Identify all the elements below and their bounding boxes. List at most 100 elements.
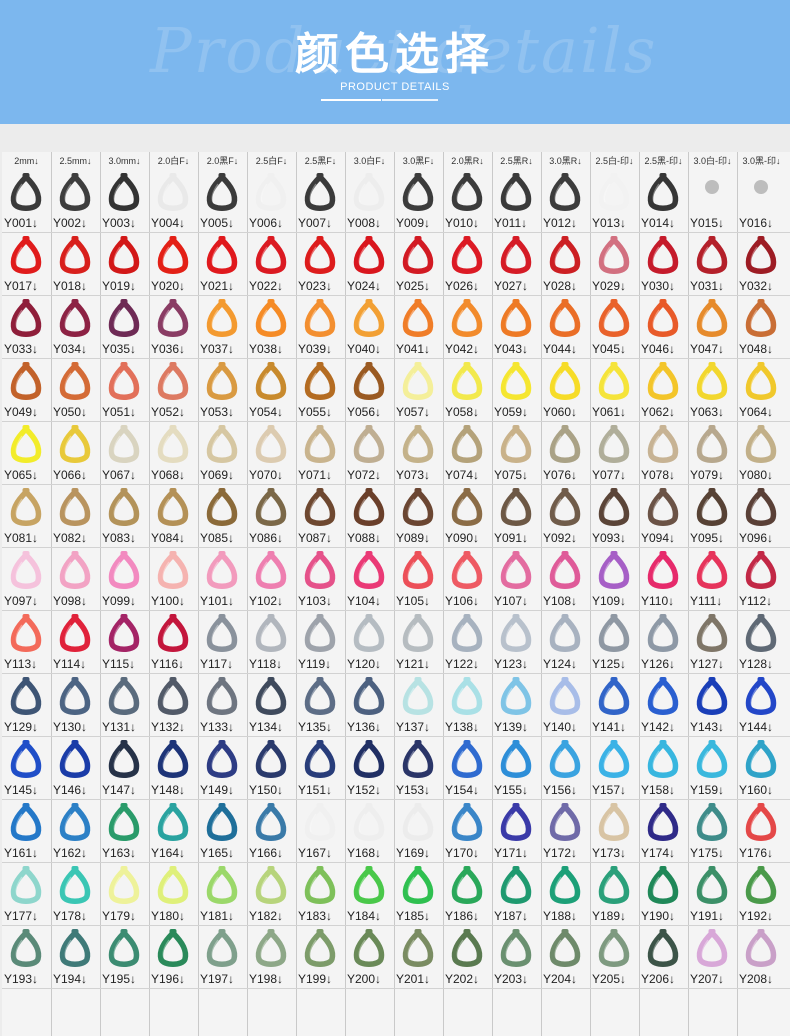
color-swatch[interactable]: Y208↓ bbox=[737, 926, 786, 989]
color-swatch[interactable]: Y126↓ bbox=[639, 611, 688, 674]
color-swatch[interactable]: Y139↓ bbox=[492, 674, 541, 737]
color-swatch[interactable]: Y136↓ bbox=[345, 674, 394, 737]
color-swatch[interactable]: Y044↓ bbox=[541, 296, 590, 359]
color-swatch[interactable]: Y016↓ bbox=[737, 170, 786, 233]
color-swatch[interactable]: Y168↓ bbox=[345, 800, 394, 863]
color-swatch[interactable]: Y032↓ bbox=[737, 233, 786, 296]
color-swatch[interactable]: Y160↓ bbox=[737, 737, 786, 800]
color-swatch[interactable]: Y110↓ bbox=[639, 548, 688, 611]
color-swatch[interactable]: Y156↓ bbox=[541, 737, 590, 800]
color-swatch[interactable]: Y176↓ bbox=[737, 800, 786, 863]
color-swatch[interactable]: Y059↓ bbox=[492, 359, 541, 422]
color-swatch[interactable]: Y043↓ bbox=[492, 296, 541, 359]
color-swatch[interactable]: Y153↓ bbox=[394, 737, 443, 800]
color-swatch[interactable]: Y015↓ bbox=[688, 170, 737, 233]
color-swatch[interactable]: Y088↓ bbox=[345, 485, 394, 548]
color-swatch[interactable]: Y029↓ bbox=[590, 233, 639, 296]
color-swatch[interactable]: Y191↓ bbox=[688, 863, 737, 926]
color-swatch[interactable]: Y119↓ bbox=[296, 611, 345, 674]
color-swatch[interactable]: Y173↓ bbox=[590, 800, 639, 863]
color-swatch[interactable]: Y063↓ bbox=[688, 359, 737, 422]
color-swatch[interactable]: Y072↓ bbox=[345, 422, 394, 485]
color-swatch[interactable]: Y089↓ bbox=[394, 485, 443, 548]
color-swatch[interactable]: Y057↓ bbox=[394, 359, 443, 422]
color-swatch[interactable]: Y082↓ bbox=[51, 485, 100, 548]
color-swatch[interactable]: Y060↓ bbox=[541, 359, 590, 422]
color-swatch[interactable]: Y036↓ bbox=[149, 296, 198, 359]
color-swatch[interactable]: Y039↓ bbox=[296, 296, 345, 359]
color-swatch[interactable]: Y084↓ bbox=[149, 485, 198, 548]
color-swatch[interactable]: Y135↓ bbox=[296, 674, 345, 737]
color-swatch[interactable]: Y074↓ bbox=[443, 422, 492, 485]
color-swatch[interactable]: Y111↓ bbox=[688, 548, 737, 611]
color-swatch[interactable]: Y064↓ bbox=[737, 359, 786, 422]
color-swatch[interactable]: Y094↓ bbox=[639, 485, 688, 548]
color-swatch[interactable]: Y142↓ bbox=[639, 674, 688, 737]
color-swatch[interactable]: Y069↓ bbox=[198, 422, 247, 485]
color-swatch[interactable]: Y052↓ bbox=[149, 359, 198, 422]
color-swatch[interactable]: Y179↓ bbox=[100, 863, 149, 926]
color-swatch[interactable]: Y085↓ bbox=[198, 485, 247, 548]
color-swatch[interactable]: Y078↓ bbox=[639, 422, 688, 485]
color-swatch[interactable]: Y196↓ bbox=[149, 926, 198, 989]
color-swatch[interactable]: Y047↓ bbox=[688, 296, 737, 359]
color-swatch[interactable]: Y027↓ bbox=[492, 233, 541, 296]
color-swatch[interactable]: Y068↓ bbox=[149, 422, 198, 485]
color-swatch[interactable]: Y178↓ bbox=[51, 863, 100, 926]
color-swatch[interactable]: Y169↓ bbox=[394, 800, 443, 863]
color-swatch[interactable]: Y034↓ bbox=[51, 296, 100, 359]
color-swatch[interactable]: Y120↓ bbox=[345, 611, 394, 674]
color-swatch[interactable]: Y058↓ bbox=[443, 359, 492, 422]
color-swatch[interactable]: Y031↓ bbox=[688, 233, 737, 296]
color-swatch[interactable]: Y122↓ bbox=[443, 611, 492, 674]
color-swatch[interactable]: Y010↓ bbox=[443, 170, 492, 233]
color-swatch[interactable]: Y079↓ bbox=[688, 422, 737, 485]
color-swatch[interactable]: Y147↓ bbox=[100, 737, 149, 800]
color-swatch[interactable]: Y205↓ bbox=[590, 926, 639, 989]
color-swatch[interactable]: Y137↓ bbox=[394, 674, 443, 737]
color-swatch[interactable]: Y011↓ bbox=[492, 170, 541, 233]
color-swatch[interactable]: Y108↓ bbox=[541, 548, 590, 611]
color-swatch[interactable]: Y185↓ bbox=[394, 863, 443, 926]
color-swatch[interactable]: Y180↓ bbox=[149, 863, 198, 926]
color-swatch[interactable]: Y026↓ bbox=[443, 233, 492, 296]
color-swatch[interactable]: Y103↓ bbox=[296, 548, 345, 611]
color-swatch[interactable]: Y121↓ bbox=[394, 611, 443, 674]
color-swatch[interactable]: Y020↓ bbox=[149, 233, 198, 296]
color-swatch[interactable]: Y140↓ bbox=[541, 674, 590, 737]
color-swatch[interactable]: Y013↓ bbox=[590, 170, 639, 233]
color-swatch[interactable]: Y199↓ bbox=[296, 926, 345, 989]
color-swatch[interactable]: Y070↓ bbox=[247, 422, 296, 485]
color-swatch[interactable]: Y177↓ bbox=[2, 863, 51, 926]
color-swatch[interactable]: Y206↓ bbox=[639, 926, 688, 989]
color-swatch[interactable]: Y133↓ bbox=[198, 674, 247, 737]
color-swatch[interactable]: Y024↓ bbox=[345, 233, 394, 296]
color-swatch[interactable]: Y132↓ bbox=[149, 674, 198, 737]
color-swatch[interactable]: Y174↓ bbox=[639, 800, 688, 863]
color-swatch[interactable]: Y042↓ bbox=[443, 296, 492, 359]
color-swatch[interactable]: Y172↓ bbox=[541, 800, 590, 863]
color-swatch[interactable]: Y145↓ bbox=[2, 737, 51, 800]
color-swatch[interactable]: Y114↓ bbox=[51, 611, 100, 674]
color-swatch[interactable]: Y073↓ bbox=[394, 422, 443, 485]
color-swatch[interactable]: Y190↓ bbox=[639, 863, 688, 926]
color-swatch[interactable]: Y186↓ bbox=[443, 863, 492, 926]
color-swatch[interactable]: Y090↓ bbox=[443, 485, 492, 548]
color-swatch[interactable]: Y162↓ bbox=[51, 800, 100, 863]
color-swatch[interactable]: Y040↓ bbox=[345, 296, 394, 359]
color-swatch[interactable]: Y038↓ bbox=[247, 296, 296, 359]
color-swatch[interactable]: Y113↓ bbox=[2, 611, 51, 674]
color-swatch[interactable]: Y107↓ bbox=[492, 548, 541, 611]
color-swatch[interactable]: Y080↓ bbox=[737, 422, 786, 485]
color-swatch[interactable]: Y124↓ bbox=[541, 611, 590, 674]
color-swatch[interactable]: Y075↓ bbox=[492, 422, 541, 485]
color-swatch[interactable]: Y096↓ bbox=[737, 485, 786, 548]
color-swatch[interactable]: Y045↓ bbox=[590, 296, 639, 359]
color-swatch[interactable]: Y053↓ bbox=[198, 359, 247, 422]
color-swatch[interactable]: Y077↓ bbox=[590, 422, 639, 485]
color-swatch[interactable]: Y101↓ bbox=[198, 548, 247, 611]
color-swatch[interactable]: Y021↓ bbox=[198, 233, 247, 296]
color-swatch[interactable]: Y006↓ bbox=[247, 170, 296, 233]
color-swatch[interactable]: Y065↓ bbox=[2, 422, 51, 485]
color-swatch[interactable]: Y005↓ bbox=[198, 170, 247, 233]
